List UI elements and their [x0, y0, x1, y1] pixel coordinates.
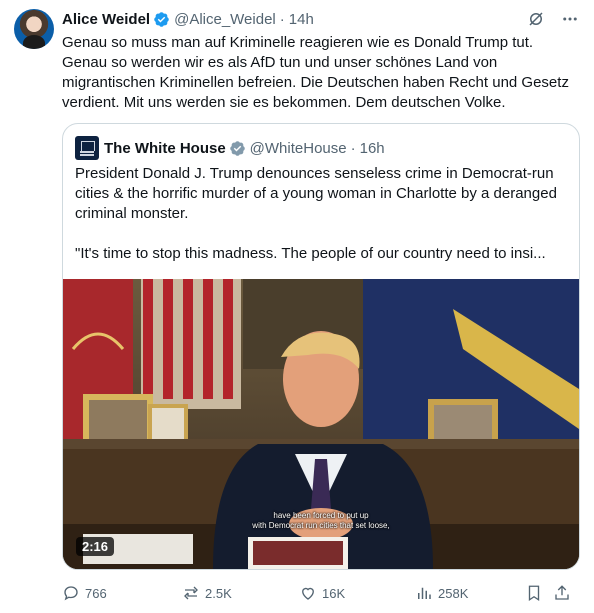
action-bar: 766 2.5K 16K 258K [62, 583, 582, 603]
verified-badge-icon [154, 11, 169, 27]
views-count: 258K [438, 585, 469, 601]
timestamp[interactable]: 14h [289, 11, 314, 28]
repost-icon [184, 586, 198, 600]
quote-text: President Donald J. Trump denounces sens… [75, 164, 569, 284]
author-handle[interactable]: @Alice_Weidel [174, 11, 276, 28]
repost-button[interactable]: 2.5K [182, 584, 299, 602]
repost-count: 2.5K [205, 585, 232, 601]
quoted-tweet[interactable]: The White House @WhiteHouse · 16h Presid… [62, 123, 580, 570]
avatar[interactable] [14, 9, 54, 49]
views-button[interactable]: 258K [415, 584, 525, 602]
like-icon [302, 587, 314, 600]
author-name[interactable]: Alice Weidel [62, 11, 150, 28]
video-player[interactable]: have been forced to put up with Democrat… [63, 279, 579, 569]
views-icon [418, 587, 431, 599]
video-subtitle: have been forced to put up with Democrat… [252, 511, 390, 530]
separator-dot: · [350, 139, 356, 157]
quote-author-name[interactable]: The White House [104, 140, 226, 157]
quote-paragraph-truncated: "It's time to stop this madness. The peo… [75, 245, 546, 262]
quote-author-handle[interactable]: @WhiteHouse [250, 140, 347, 157]
quote-header: The White House @WhiteHouse · 16h [75, 136, 567, 160]
like-count: 16K [322, 585, 346, 601]
grok-icon[interactable] [526, 9, 546, 29]
bookmark-icon [528, 585, 540, 602]
quote-timestamp[interactable]: 16h [360, 140, 385, 157]
video-duration: 2:16 [76, 537, 115, 556]
reply-count: 766 [85, 585, 107, 601]
like-button[interactable]: 16K [299, 584, 415, 602]
bookmark-button[interactable] [525, 584, 553, 602]
reply-button[interactable]: 766 [62, 584, 182, 602]
separator-dot: · [279, 10, 285, 28]
tweet-header: Alice Weidel @Alice_Weidel · 14h [62, 9, 580, 29]
quote-paragraph: President Donald J. Trump denounces sens… [75, 165, 557, 222]
white-house-logo-icon[interactable] [75, 136, 99, 160]
share-button[interactable] [553, 584, 577, 602]
reply-icon [64, 586, 78, 601]
tweet-text: Genau so muss man auf Kriminelle reagier… [62, 34, 569, 111]
share-icon [555, 585, 569, 600]
verified-badge-icon [229, 140, 245, 156]
more-icon[interactable] [560, 9, 580, 29]
